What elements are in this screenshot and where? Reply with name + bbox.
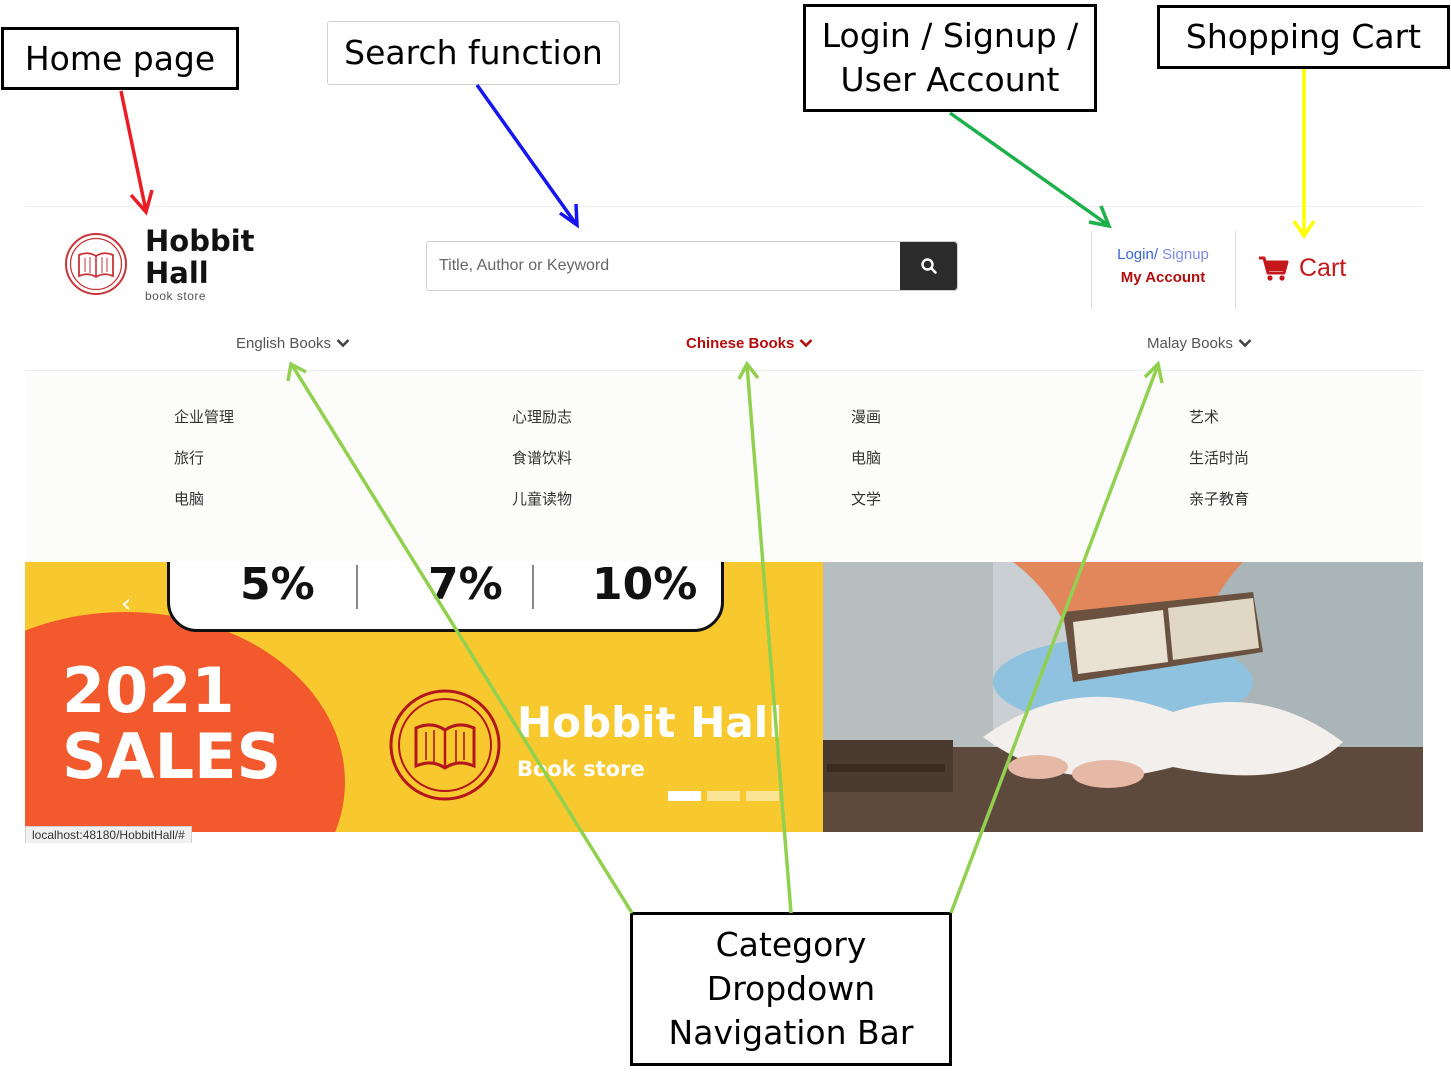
discount-divider: [356, 565, 358, 609]
dropdown-item[interactable]: 生活时尚: [1189, 447, 1249, 468]
dropdown-item[interactable]: 艺术: [1189, 406, 1219, 427]
chevron-down-icon: [1238, 339, 1252, 348]
cart-button[interactable]: Cart: [1258, 254, 1346, 283]
girl-reading-illustration: [823, 562, 1423, 832]
chevron-down-icon: [336, 339, 350, 348]
signup-link-label[interactable]: Signup: [1158, 246, 1209, 263]
banner-brand-name: Hobbit Hall: [517, 698, 783, 747]
banner-book-logo-icon: [389, 689, 501, 801]
callout-search-function-text: Search function: [344, 33, 603, 72]
dropdown-item[interactable]: 儿童读物: [512, 488, 572, 509]
sales-year: 2021: [62, 654, 235, 727]
callout-category-line1: Category: [715, 925, 867, 964]
account-divider-right: [1235, 231, 1236, 309]
callout-shopping-cart: Shopping Cart: [1157, 5, 1450, 69]
discount-value: 7%: [428, 562, 503, 610]
callout-home-page-text: Home page: [24, 38, 216, 78]
callout-login-line2: User Account: [840, 60, 1060, 99]
banner-brand-subtitle: Book store: [517, 757, 645, 781]
dropdown-item[interactable]: 企业管理: [174, 406, 234, 427]
callout-search-function: Search function: [327, 21, 620, 85]
dropdown-item[interactable]: 心理励志: [512, 406, 572, 427]
dropdown-item[interactable]: 旅行: [174, 447, 204, 468]
callout-login-line1: Login / Signup /: [821, 16, 1079, 55]
account-divider-left: [1091, 231, 1092, 309]
dropdown-item[interactable]: 文学: [851, 488, 881, 509]
chinese-books-dropdown: 企业管理 心理励志 漫画 艺术 旅行 食谱饮料 电脑 生活时尚 电脑 儿童读物 …: [25, 372, 1423, 562]
callout-shopping-cart-text: Shopping Cart: [1185, 17, 1422, 56]
chevron-down-icon: [799, 339, 813, 348]
website-screenshot: Hobbit Hall book store Login/ Signup My …: [25, 206, 1423, 843]
book-logo-icon: [65, 233, 127, 295]
discount-card: 5% 7% 10%: [167, 562, 724, 632]
callout-login-account: Login / Signup / User Account: [803, 4, 1097, 112]
nav-english-books-label: English Books: [236, 334, 332, 352]
logo-text: Hobbit Hall book store: [145, 225, 255, 303]
search-arrow: [475, 83, 578, 226]
discount-value: 5%: [240, 562, 315, 610]
carousel-indicator-3[interactable]: [746, 791, 779, 801]
promo-slide: 5% 7% 10% ‹ 2021 SALES Hobbit Hall Book …: [25, 562, 823, 832]
nav-chinese-books-label: Chinese Books: [686, 334, 795, 352]
dropdown-item[interactable]: 亲子教育: [1189, 488, 1249, 509]
site-header: Hobbit Hall book store Login/ Signup My …: [25, 207, 1423, 371]
dropdown-item[interactable]: 食谱饮料: [512, 447, 572, 468]
home-logo-link[interactable]: Hobbit Hall book store: [63, 225, 255, 303]
home-arrow: [119, 90, 148, 212]
logo-name-line2: Hall: [145, 256, 209, 290]
callout-home-page: Home page: [1, 27, 239, 90]
search-input[interactable]: [427, 242, 900, 290]
sales-heading: 2021 SALES: [62, 658, 281, 790]
sales-word: SALES: [62, 720, 282, 793]
dropdown-item[interactable]: 漫画: [851, 406, 881, 427]
logo-subtitle: book store: [145, 289, 207, 303]
callout-category-line2: Dropdown: [706, 969, 876, 1008]
callout-category-line3: Navigation Bar: [668, 1013, 914, 1052]
discount-divider: [532, 565, 534, 609]
search-button[interactable]: [900, 242, 957, 290]
status-bar-url: localhost:48180/HobbitHall/#: [25, 826, 192, 843]
search-icon: [920, 258, 937, 274]
callout-category-nav: Category Dropdown Navigation Bar: [630, 912, 952, 1066]
carousel-indicator-1[interactable]: [668, 791, 701, 801]
dropdown-item[interactable]: 电脑: [851, 447, 881, 468]
account-area: Login/ Signup My Account: [1093, 246, 1233, 286]
logo-name-line1: Hobbit: [145, 224, 255, 258]
dropdown-item[interactable]: 电脑: [174, 488, 204, 509]
cart-label: Cart: [1299, 254, 1347, 282]
nav-malay-books-label: Malay Books: [1147, 334, 1233, 352]
cart-icon: [1259, 256, 1289, 281]
discount-value: 10%: [592, 562, 698, 610]
my-account-link[interactable]: My Account: [1093, 269, 1233, 286]
nav-chinese-books[interactable]: Chinese Books: [686, 331, 813, 355]
login-link-label[interactable]: Login/: [1117, 246, 1158, 263]
promo-carousel[interactable]: 5% 7% 10% ‹ 2021 SALES Hobbit Hall Book …: [25, 562, 1423, 832]
carousel-prev-icon[interactable]: ‹: [121, 589, 131, 619]
nav-english-books[interactable]: English Books: [236, 331, 350, 355]
search-bar: [426, 241, 958, 291]
girl-reading-photo: [823, 562, 1423, 832]
carousel-indicator-2[interactable]: [707, 791, 740, 801]
login-signup-link[interactable]: Login/ Signup: [1093, 246, 1233, 263]
nav-malay-books[interactable]: Malay Books: [1147, 331, 1252, 355]
